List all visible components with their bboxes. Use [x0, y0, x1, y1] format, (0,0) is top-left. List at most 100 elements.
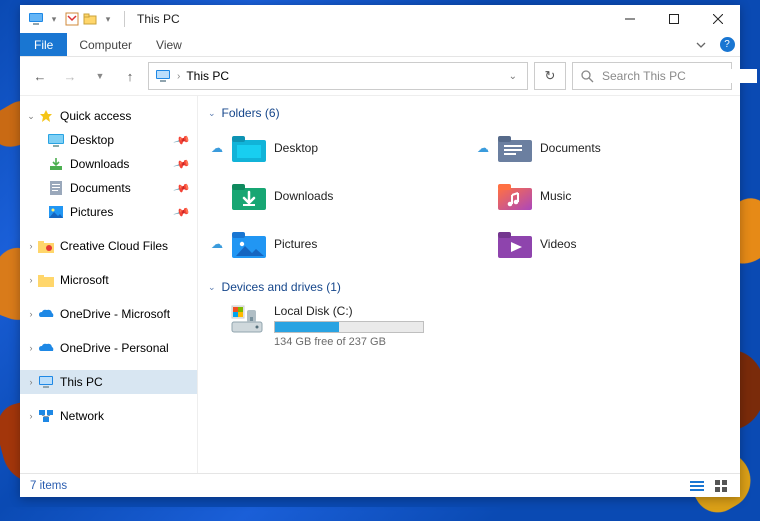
search-input[interactable] — [602, 69, 757, 83]
ribbon: File Computer View ? — [20, 33, 740, 57]
downloads-folder-icon — [232, 181, 266, 211]
drive-free-text: 134 GB free of 237 GB — [274, 336, 424, 348]
sidebar-item-label: Downloads — [70, 157, 129, 171]
content-pane: ⌄ Folders (6) ☁ Desktop ☁ — [198, 96, 740, 473]
pin-icon: 📌 — [173, 203, 191, 221]
sidebar-item-label: Pictures — [70, 205, 113, 219]
quick-access-toolbar: ▾ ▾ This PC — [20, 11, 180, 27]
star-icon — [38, 108, 54, 124]
cloud-sync-icon: ☁ — [210, 237, 224, 251]
chevron-right-icon[interactable]: › — [24, 309, 38, 319]
folders-grid: ☁ Desktop ☁ Documents — [206, 126, 728, 266]
chevron-right-icon[interactable]: › — [24, 411, 38, 421]
sidebar-item-label: OneDrive - Personal — [60, 341, 169, 355]
file-tab[interactable]: File — [20, 33, 67, 56]
chevron-right-icon[interactable]: › — [24, 343, 38, 353]
status-bar: 7 items — [20, 473, 740, 497]
folder-tile-pictures[interactable]: ☁ Pictures — [206, 222, 462, 266]
drive-icon — [230, 304, 264, 334]
folder-tile-videos[interactable]: Videos — [472, 222, 728, 266]
folder-tile-documents[interactable]: ☁ Documents — [472, 126, 728, 170]
documents-folder-icon — [498, 133, 532, 163]
navigation-pane: ⌄ Quick access Desktop 📌 Downloads 📌 Doc… — [20, 96, 198, 473]
forward-button[interactable]: → — [58, 64, 82, 88]
large-icons-view-button[interactable] — [712, 478, 730, 494]
music-folder-icon — [498, 181, 532, 211]
sidebar-item-label: This PC — [60, 375, 103, 389]
folder-label: Documents — [540, 141, 601, 155]
sidebar-item-label: Desktop — [70, 133, 114, 147]
window-title: This PC — [137, 12, 180, 26]
sidebar-item-pictures[interactable]: Pictures 📌 — [20, 200, 197, 224]
status-text: 7 items — [30, 480, 67, 492]
tab-computer[interactable]: Computer — [67, 33, 144, 56]
address-bar[interactable]: › This PC ⌄ — [148, 62, 528, 90]
sidebar-item-documents[interactable]: Documents 📌 — [20, 176, 197, 200]
drive-name: Local Disk (C:) — [274, 304, 424, 318]
help-button[interactable]: ? — [714, 33, 740, 56]
sidebar-item-microsoft[interactable]: › Microsoft — [20, 268, 197, 292]
address-dropdown-icon[interactable]: ⌄ — [505, 71, 521, 82]
search-icon — [581, 70, 594, 83]
onedrive-icon — [38, 306, 54, 322]
pictures-icon — [48, 204, 64, 220]
cloud-sync-icon: ☁ — [476, 141, 490, 155]
chevron-down-icon[interactable]: ▾ — [46, 11, 62, 27]
sidebar-item-quick-access[interactable]: ⌄ Quick access — [20, 104, 197, 128]
cloud-sync-icon: ☁ — [210, 141, 224, 155]
details-view-button[interactable] — [688, 478, 706, 494]
documents-icon — [48, 180, 64, 196]
file-explorer-window: ▾ ▾ This PC File Computer Vie — [20, 5, 740, 497]
refresh-button[interactable]: ↻ — [534, 62, 566, 90]
pc-icon — [28, 11, 44, 27]
qat-dropdown-icon[interactable]: ▾ — [100, 11, 116, 27]
folder-tile-music[interactable]: Music — [472, 174, 728, 218]
sidebar-item-onedrive-microsoft[interactable]: › OneDrive - Microsoft — [20, 302, 197, 326]
sidebar-item-label: Quick access — [60, 109, 131, 123]
pin-icon: 📌 — [173, 131, 191, 149]
drive-item-local-disk-c[interactable]: Local Disk (C:) 134 GB free of 237 GB — [206, 300, 728, 352]
sidebar-item-label: OneDrive - Microsoft — [60, 307, 170, 321]
maximize-button[interactable] — [652, 5, 696, 33]
properties-icon[interactable] — [64, 11, 80, 27]
group-header-drives[interactable]: ⌄ Devices and drives (1) — [208, 280, 728, 294]
search-box[interactable] — [572, 62, 732, 90]
sidebar-item-label: Documents — [70, 181, 131, 195]
navigation-row: ← → ▼ ↑ › This PC ⌄ ↻ — [20, 57, 740, 95]
folder-tile-downloads[interactable]: Downloads — [206, 174, 462, 218]
sidebar-item-desktop[interactable]: Desktop 📌 — [20, 128, 197, 152]
group-header-label: Folders (6) — [222, 106, 280, 120]
chevron-down-icon[interactable]: ⌄ — [24, 111, 38, 122]
sidebar-item-onedrive-personal[interactable]: › OneDrive - Personal — [20, 336, 197, 360]
breadcrumb[interactable]: This PC — [186, 69, 229, 83]
ribbon-collapse-icon[interactable] — [688, 33, 714, 56]
downloads-icon — [48, 156, 64, 172]
group-header-folders[interactable]: ⌄ Folders (6) — [208, 106, 728, 120]
up-button[interactable]: ↑ — [118, 64, 142, 88]
sidebar-item-downloads[interactable]: Downloads 📌 — [20, 152, 197, 176]
pc-icon — [155, 68, 171, 84]
back-button[interactable]: ← — [28, 64, 52, 88]
folder-label: Desktop — [274, 141, 318, 155]
group-header-label: Devices and drives (1) — [222, 280, 341, 294]
folder-tile-desktop[interactable]: ☁ Desktop — [206, 126, 462, 170]
chevron-right-icon[interactable]: › — [24, 377, 38, 387]
chevron-right-icon[interactable]: › — [24, 275, 38, 285]
drive-info: Local Disk (C:) 134 GB free of 237 GB — [274, 304, 424, 348]
divider — [124, 11, 125, 27]
onedrive-icon — [38, 340, 54, 356]
sidebar-item-network[interactable]: › Network — [20, 404, 197, 428]
pin-icon: 📌 — [173, 179, 191, 197]
minimize-button[interactable] — [608, 5, 652, 33]
sidebar-item-this-pc[interactable]: › This PC — [20, 370, 197, 394]
sidebar-item-label: Creative Cloud Files — [60, 239, 168, 253]
recent-locations-dropdown[interactable]: ▼ — [88, 64, 112, 88]
body: ⌄ Quick access Desktop 📌 Downloads 📌 Doc… — [20, 95, 740, 473]
chevron-right-icon[interactable]: › — [24, 241, 38, 251]
desktop-icon — [48, 132, 64, 148]
window-controls — [608, 5, 740, 33]
tab-view[interactable]: View — [144, 33, 194, 56]
new-folder-qat-icon[interactable] — [82, 11, 98, 27]
sidebar-item-creative-cloud[interactable]: › Creative Cloud Files — [20, 234, 197, 258]
close-button[interactable] — [696, 5, 740, 33]
